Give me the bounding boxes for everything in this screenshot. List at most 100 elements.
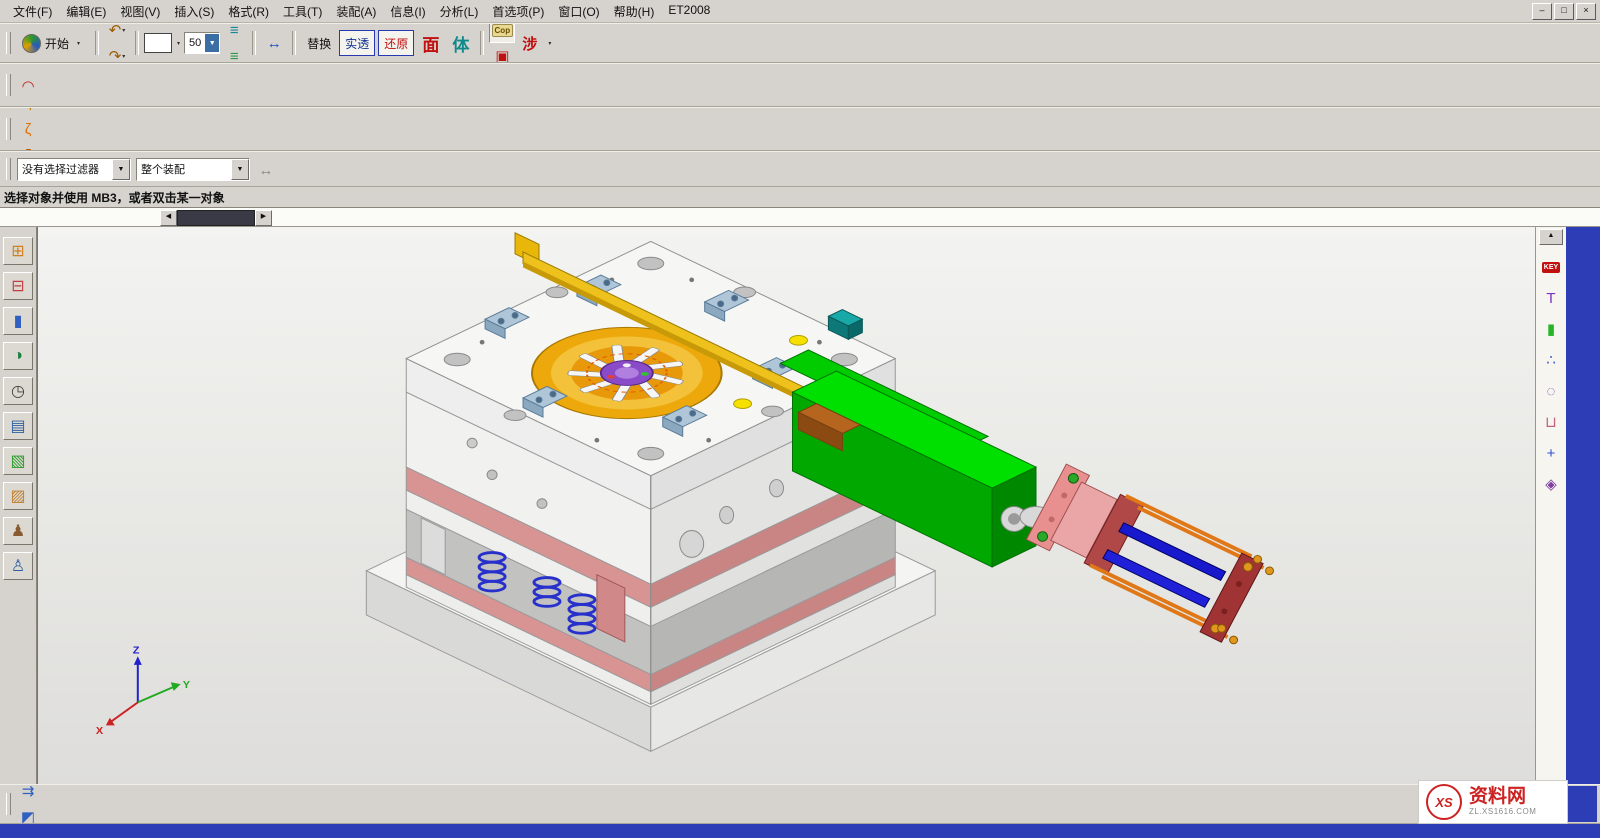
restore-button[interactable]: 还原 [378, 30, 414, 56]
paste-object-icon-glyph: Cop [492, 24, 514, 37]
distance-measure-icon-glyph: ↔ [267, 36, 282, 51]
selection-filter-dropdown[interactable]: 没有选择过滤器 ▼ [17, 158, 131, 181]
dropdown-arrow[interactable]: ▾ [122, 27, 125, 34]
arc-icon[interactable]: ◠ [15, 73, 41, 99]
constraint-navigator-icon[interactable]: ⊟ [3, 272, 33, 300]
menu-et2008[interactable]: ET2008 [661, 1, 717, 22]
replace-button[interactable]: 替换 [302, 31, 336, 55]
menu-assemblies[interactable]: 装配(A) [329, 1, 383, 22]
circle-palette-icon[interactable]: ◌ [1539, 380, 1563, 402]
dropdown-arrow[interactable]: ▾ [177, 40, 180, 47]
reuse-library-icon[interactable]: ◑ [3, 342, 33, 370]
angle-snap-icon[interactable]: ∠ [261, 23, 287, 30]
distance-measure-icon[interactable]: ↔ [261, 30, 287, 56]
redo-icon[interactable]: ↷▾ [104, 43, 130, 63]
capsule-palette-icon[interactable]: ▮ [1539, 318, 1563, 340]
color-swatch[interactable] [144, 33, 172, 53]
layer-settings-icon-glyph: ≡ [230, 23, 239, 38]
template-palette-icon-glyph: T [1546, 290, 1555, 307]
close-button[interactable]: × [1576, 3, 1596, 20]
spheres-palette-icon[interactable]: ∴ [1539, 349, 1563, 371]
toolbar-grip[interactable] [6, 118, 11, 140]
menu-analysis[interactable]: 分析(L) [433, 1, 486, 22]
viewport-canvas[interactable]: Z Y X [38, 227, 1535, 784]
interference-check-button[interactable]: 涉 [517, 31, 542, 55]
menu-edit[interactable]: 编辑(E) [59, 1, 113, 22]
offset-curve-icon[interactable]: ζ [15, 107, 41, 116]
cross-palette-icon[interactable]: + [1539, 442, 1563, 464]
toolbar-grip[interactable] [6, 158, 11, 180]
scroll-up-button[interactable]: ▲ [1539, 229, 1563, 245]
menu-items: 文件(F)编辑(E)视图(V)插入(S)格式(R)工具(T)装配(A)信息(I)… [6, 1, 717, 22]
key-palette-icon[interactable]: KEY [1539, 256, 1563, 278]
toolbar-grip[interactable] [6, 74, 11, 96]
standard-toolbar: 开始 ▾ ↶▾↷▾ ▾ 50 ▼ ≡≡ +∠↔▱◔▾ 替换 实透 还原 面 体 … [0, 23, 1600, 63]
circle-icon[interactable]: ○▾ [15, 63, 41, 73]
assembly-navigator-icon[interactable]: ⊞ [3, 237, 33, 265]
menu-file[interactable]: 文件(F) [6, 1, 59, 22]
dropdown-arrow[interactable]: ▾ [548, 40, 551, 47]
minimize-button[interactable]: – [1532, 3, 1552, 20]
shade-translucent-button[interactable]: 实透 [339, 30, 375, 56]
scroll-left-button[interactable]: ◀ [160, 210, 177, 226]
ruler-icon[interactable]: ▱ [261, 56, 287, 63]
face-select-button[interactable]: 面 [417, 31, 444, 55]
desktop-edge [1566, 227, 1600, 784]
paste-object-icon[interactable]: Cop [489, 23, 515, 43]
toolbar-separator [95, 31, 99, 55]
menu-preferences[interactable]: 首选项(P) [485, 1, 551, 22]
menu-format[interactable]: 格式(R) [221, 1, 276, 22]
undo-icon[interactable]: ↶▾ [104, 23, 130, 43]
hydraulic-cylinder[interactable] [1020, 464, 1273, 644]
desktop-edge-bottom [0, 824, 1600, 838]
palette-rail: ▲ KEY T ▮ ∴ ◌ ⊔ + ◈ [1535, 227, 1566, 784]
dropdown-arrow[interactable]: ▾ [122, 53, 125, 60]
swap-position-icon[interactable]: ◩ [15, 804, 41, 824]
dropdown-arrow[interactable]: ▼ [231, 159, 249, 180]
menu-help[interactable]: 帮助(H) [607, 1, 662, 22]
roles-palette-icon[interactable]: ♟ [3, 517, 33, 545]
start-button[interactable]: 开始 ▾ [15, 27, 90, 59]
diamond-palette-icon[interactable]: ◈ [1539, 473, 1563, 495]
process-palette-icon[interactable]: ▧ [3, 447, 33, 475]
zoom-spinner[interactable]: 50 ▼ [184, 32, 220, 54]
selection-scope-dropdown[interactable]: 整个装配 ▼ [136, 158, 250, 181]
part-navigator-icon[interactable]: ▮ [3, 307, 33, 335]
toolbar-grip[interactable] [6, 793, 11, 815]
scrollbar-thumb[interactable] [177, 210, 255, 226]
circle-icon-glyph: ○ [21, 63, 30, 68]
vent-hole[interactable] [789, 336, 807, 346]
point-icon[interactable]: +▾ [15, 99, 41, 107]
sequence-icon[interactable]: ⇉ [15, 784, 41, 804]
toolbar-grip[interactable] [6, 32, 11, 54]
dropdown-arrow[interactable]: ▾ [32, 63, 35, 64]
web-browser-icon[interactable]: ▨ [3, 482, 33, 510]
vent-hole[interactable] [734, 399, 752, 409]
toolbar-separator [292, 31, 296, 55]
layer-settings-icon[interactable]: ≡ [221, 23, 247, 43]
materials-palette-icon[interactable]: ▤ [3, 412, 33, 440]
graphics-viewport[interactable]: Z Y X [37, 227, 1535, 784]
template-palette-icon[interactable]: T [1539, 287, 1563, 309]
dropdown-arrow[interactable]: ▼ [112, 159, 130, 180]
spinner-dropdown-arrow[interactable]: ▼ [205, 34, 219, 52]
menu-insert[interactable]: 插入(S) [167, 1, 221, 22]
beaker-palette-icon[interactable]: ⊔ [1539, 411, 1563, 433]
user-palette-icon[interactable]: ♙ [3, 552, 33, 580]
body-select-button[interactable]: 体 [447, 31, 474, 55]
combined-projection-icon[interactable]: ζ [15, 142, 41, 151]
red-solid-icon[interactable]: ▣ [489, 43, 515, 63]
menu-tools[interactable]: 工具(T) [276, 1, 329, 22]
menu-information[interactable]: 信息(I) [383, 1, 432, 22]
maximize-button[interactable]: □ [1554, 3, 1574, 20]
history-palette-icon[interactable]: ◷ [3, 377, 33, 405]
horizontal-scrollbar[interactable]: ◀ ▶ [160, 210, 272, 224]
pan-view-icon[interactable]: ↔ [253, 157, 279, 183]
circle-palette-icon-glyph: ◌ [1547, 383, 1556, 400]
menu-window[interactable]: 窗口(O) [551, 1, 606, 22]
scroll-right-button[interactable]: ▶ [255, 210, 272, 226]
menu-view[interactable]: 视图(V) [113, 1, 167, 22]
dropdown-arrow[interactable]: ▾ [77, 40, 80, 47]
project-curve-icon[interactable]: ζ [15, 116, 41, 142]
layer-visible-icon[interactable]: ≡ [221, 43, 247, 63]
